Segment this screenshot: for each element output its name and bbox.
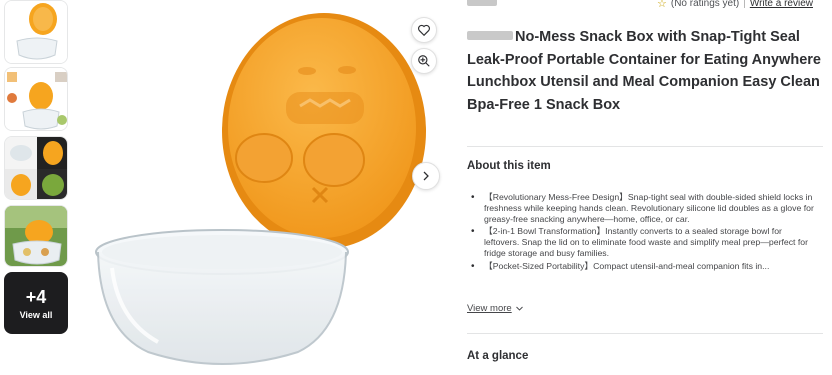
rating-bar: ☆ (No ratings yet) | Write a review (467, 0, 825, 11)
divider (467, 333, 823, 334)
rating-row: ☆ (No ratings yet) | Write a review (657, 0, 813, 10)
zoom-button[interactable] (411, 48, 437, 74)
about-bullets: 【Revolutionary Mess-Free Design】Snap-tig… (469, 192, 814, 273)
divider: | (743, 0, 746, 9)
view-all-thumbnails-button[interactable]: +4 View all (4, 272, 68, 334)
view-more-label: View more (467, 303, 512, 314)
list-item: 【Revolutionary Mess-Free Design】Snap-tig… (469, 192, 814, 225)
thumbnail-1[interactable] (4, 0, 68, 64)
rating-text: (No ratings yet) (670, 0, 740, 9)
more-count: +4 (25, 286, 47, 307)
main-product-image[interactable] (88, 0, 428, 370)
product-title: No-Mess Snack Box with Snap-Tight Seal L… (467, 26, 829, 116)
heart-icon (418, 24, 430, 37)
view-more-button[interactable]: View more (467, 303, 524, 314)
thumbnail-3[interactable] (4, 136, 68, 200)
write-review-link[interactable]: Write a review (750, 0, 813, 9)
chevron-right-icon (423, 171, 429, 181)
view-all-label: View all (19, 309, 53, 320)
list-item: 【Pocket-Sized Portability】Compact utensi… (469, 261, 814, 272)
about-heading: About this item (467, 160, 551, 172)
brand-redacted (467, 31, 513, 40)
thumbnail-2[interactable] (4, 67, 68, 131)
zoom-in-icon (418, 55, 430, 67)
at-a-glance-heading: At a glance (467, 350, 529, 362)
thumbnail-4[interactable] (4, 205, 68, 267)
brand-name-redacted (467, 0, 497, 6)
divider (467, 146, 823, 147)
next-image-button[interactable] (412, 162, 440, 190)
product-title-text: No-Mess Snack Box with Snap-Tight Seal L… (467, 29, 821, 113)
chevron-down-icon (515, 306, 523, 311)
star-outline-icon: ☆ (656, 0, 667, 10)
list-item: 【2-in-1 Bowl Transformation】Instantly co… (469, 226, 814, 259)
favorite-button[interactable] (411, 17, 437, 43)
